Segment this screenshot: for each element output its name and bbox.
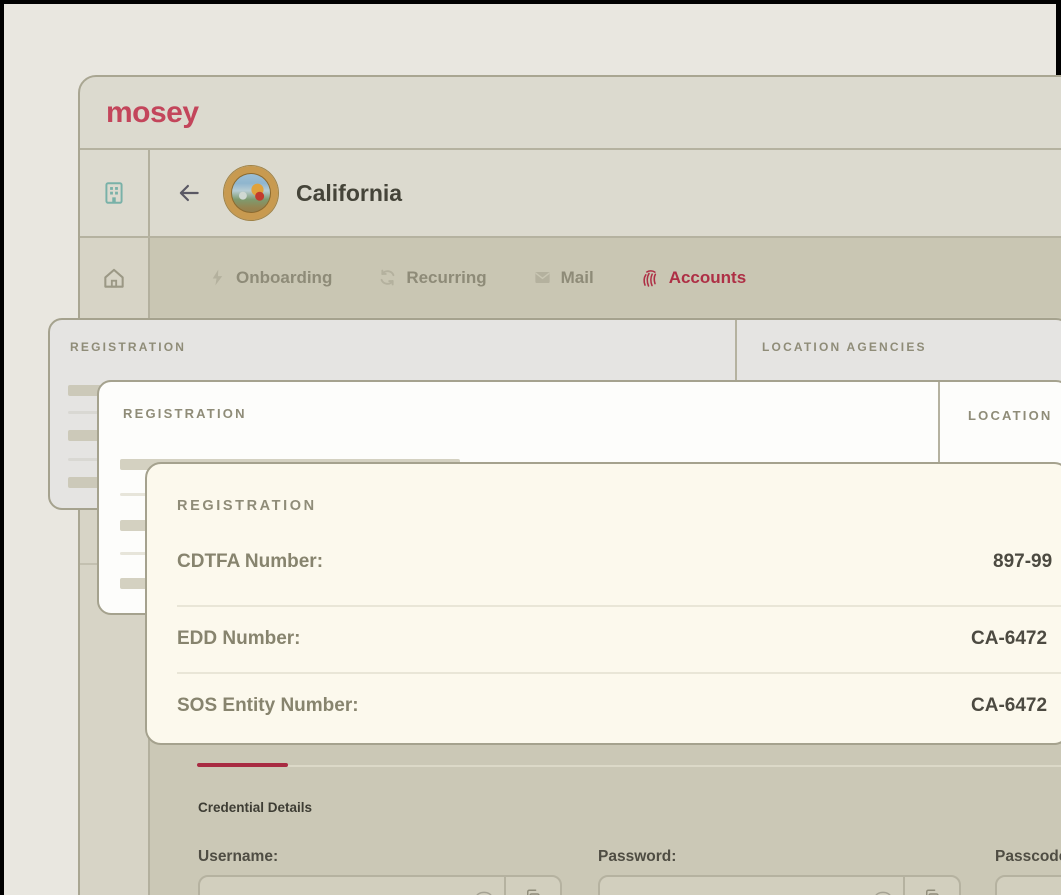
left-arrow-icon <box>176 180 202 206</box>
credential-details-title: Credential Details <box>198 800 312 815</box>
card-header: REGISTRATION <box>123 406 247 421</box>
mail-icon <box>533 268 552 287</box>
tab-accounts[interactable]: Accounts <box>640 268 746 288</box>
card-header: REGISTRATION <box>70 340 186 354</box>
nav-tabs: Onboarding Recurring M <box>150 238 1061 317</box>
tab-onboarding[interactable]: Onboarding <box>208 268 332 288</box>
fingerprint-icon <box>640 268 660 288</box>
logo-bar: mosey <box>80 77 1061 148</box>
card-header-location: LOCATION <box>968 408 1053 423</box>
sidebar-item-home[interactable] <box>80 238 150 317</box>
sidebar-item-company[interactable] <box>80 150 150 236</box>
eye-icon <box>474 887 494 895</box>
section-rule <box>197 765 1061 767</box>
tab-mail[interactable]: Mail <box>533 268 594 288</box>
screen: mosey Cal <box>0 0 1061 895</box>
passcode-label: Passcode: <box>995 848 1061 866</box>
nav-bar: Onboarding Recurring M <box>80 238 1061 317</box>
tab-label: Accounts <box>669 268 746 288</box>
california-state-seal <box>224 166 278 220</box>
password-input[interactable] <box>598 875 961 895</box>
tab-label: Recurring <box>406 268 486 288</box>
building-icon <box>101 180 127 206</box>
tab-recurring[interactable]: Recurring <box>378 268 486 288</box>
refresh-icon <box>378 268 397 287</box>
username-label: Username: <box>198 848 278 866</box>
row-divider <box>177 672 1061 674</box>
password-label: Password: <box>598 848 676 866</box>
active-tab-indicator <box>197 763 288 767</box>
edd-number-value: CA-6472 <box>971 628 1047 650</box>
copy-password-button[interactable] <box>905 877 959 895</box>
copy-icon <box>923 888 941 895</box>
cdtfa-number-label: CDTFA Number: <box>177 551 323 573</box>
reveal-password-button[interactable] <box>873 887 893 895</box>
cdtfa-number-value: 897-99 <box>993 551 1052 573</box>
edd-number-label: EDD Number: <box>177 628 301 650</box>
state-header-row: California <box>80 150 1061 236</box>
home-icon <box>101 265 127 291</box>
reveal-username-button[interactable] <box>474 887 494 895</box>
row-divider <box>177 605 1061 607</box>
passcode-input[interactable] <box>995 875 1061 895</box>
lightning-icon <box>208 268 227 287</box>
copy-username-button[interactable] <box>506 877 560 895</box>
tab-label: Mail <box>561 268 594 288</box>
username-input[interactable] <box>198 875 562 895</box>
registration-card-front: REGISTRATION CDTFA Number: 897-99 EDD Nu… <box>145 462 1061 745</box>
back-button[interactable] <box>174 178 204 208</box>
eye-icon <box>873 887 893 895</box>
copy-icon <box>524 888 542 895</box>
sos-entity-number-value: CA-6472 <box>971 695 1047 717</box>
card-header: REGISTRATION <box>177 498 317 514</box>
mosey-logo: mosey <box>106 96 199 130</box>
sos-entity-number-label: SOS Entity Number: <box>177 695 359 717</box>
card-header-location-agencies: LOCATION AGENCIES <box>762 340 927 354</box>
page-title: California <box>296 180 402 207</box>
tab-label: Onboarding <box>236 268 332 288</box>
